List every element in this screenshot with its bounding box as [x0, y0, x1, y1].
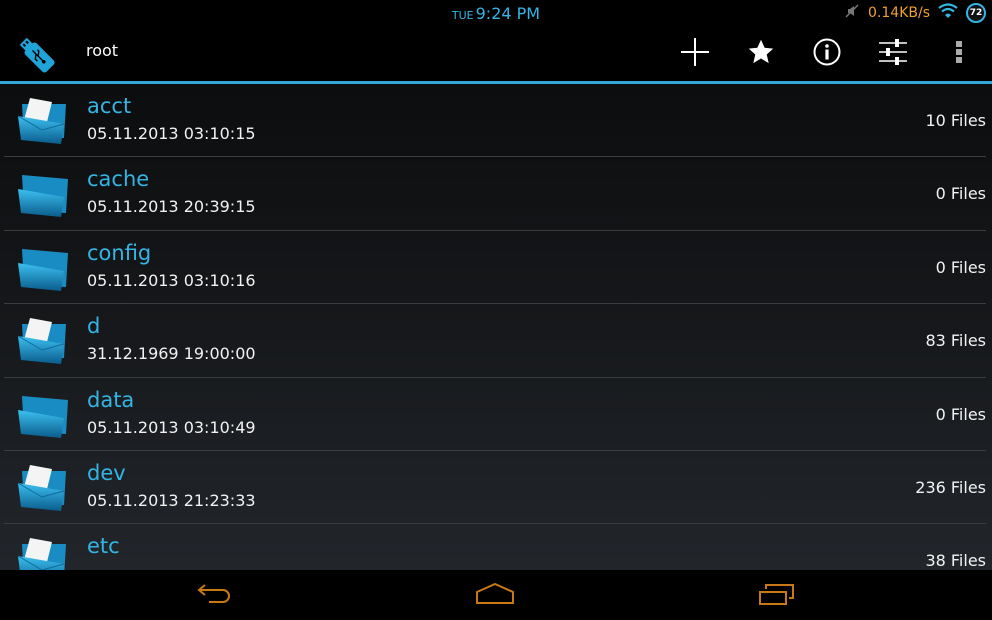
file-date: 05.11.2013 21:23:33 [87, 490, 256, 510]
recent-apps-icon [758, 583, 796, 609]
add-button[interactable] [662, 27, 728, 81]
file-name: data [87, 387, 135, 412]
action-bar: root [0, 27, 992, 84]
file-count: 0 Files [935, 184, 986, 204]
file-name: dev [87, 460, 126, 485]
home-icon [475, 582, 515, 609]
folder-with-files-icon [16, 96, 70, 146]
star-icon [747, 38, 775, 70]
sliders-icon [878, 38, 908, 70]
file-count: 0 Files [935, 257, 986, 277]
back-button[interactable] [185, 580, 245, 612]
info-button[interactable] [794, 27, 860, 81]
wifi-icon [938, 3, 958, 23]
battery-icon: 72 [966, 3, 986, 23]
clock-time: 9:24 PM [475, 4, 541, 23]
file-date: 31.12.1969 19:00:00 [87, 344, 256, 364]
file-name: config [87, 240, 152, 265]
recent-apps-button[interactable] [747, 580, 807, 612]
file-date: 05.11.2013 20:39:15 [87, 197, 256, 217]
status-icons: 0.14KB/s 72 [844, 3, 986, 23]
file-date: 05.11.2013 03:10:15 [87, 124, 256, 143]
file-list[interactable]: acct 05.11.2013 03:10:15 10 Files cache 05.1… [0, 84, 992, 570]
file-count: 38 Files [925, 551, 986, 570]
back-icon [197, 583, 233, 609]
file-row[interactable]: dev 05.11.2013 21:23:33 236 Files [4, 451, 986, 525]
usb-drive-icon[interactable] [14, 32, 58, 76]
overflow-menu-button[interactable] [926, 27, 992, 81]
empty-folder-icon [16, 169, 70, 219]
net-speed: 0.14KB/s [868, 5, 930, 21]
empty-folder-icon [16, 390, 70, 440]
empty-folder-icon [16, 243, 70, 293]
overflow-menu-icon [955, 40, 963, 68]
info-icon [813, 38, 841, 70]
file-count: 236 Files [915, 477, 986, 497]
status-bar: TUE 9:24 PM 0.14KB/s 72 [0, 0, 992, 27]
home-button[interactable] [465, 580, 525, 612]
file-row[interactable]: config 05.11.2013 03:10:16 0 Files [4, 231, 986, 305]
file-row[interactable]: acct 05.11.2013 03:10:15 10 Files [4, 84, 986, 158]
settings-button[interactable] [860, 27, 926, 81]
file-name: d [87, 314, 101, 339]
navigation-bar [0, 570, 992, 620]
bookmarks-button[interactable] [728, 27, 794, 81]
file-row[interactable]: data 05.11.2013 03:10:49 0 Files [4, 378, 986, 451]
file-name: cache [87, 167, 150, 192]
clock-day: TUE [451, 9, 474, 22]
file-row[interactable]: cache 05.11.2013 20:39:15 0 Files [4, 157, 986, 231]
folder-with-files-icon [16, 536, 70, 570]
file-name: etc [87, 534, 120, 559]
file-count: 83 Files [925, 331, 986, 351]
action-buttons [662, 27, 992, 81]
file-date: 05.11.2013 03:10:49 [87, 417, 256, 437]
plus-icon [680, 37, 710, 71]
file-row[interactable]: d 31.12.1969 19:00:00 83 Files [4, 304, 986, 378]
page-title: root [86, 41, 119, 60]
file-date: 05.11.2013 03:10:16 [87, 270, 256, 290]
file-count: 10 Files [925, 111, 986, 130]
muted-icon [844, 3, 860, 23]
folder-with-files-icon [16, 463, 70, 513]
file-name: acct [87, 94, 132, 118]
file-count: 0 Files [935, 404, 986, 424]
folder-with-files-icon [16, 316, 70, 366]
file-row[interactable]: etc 38 Files [4, 524, 986, 570]
